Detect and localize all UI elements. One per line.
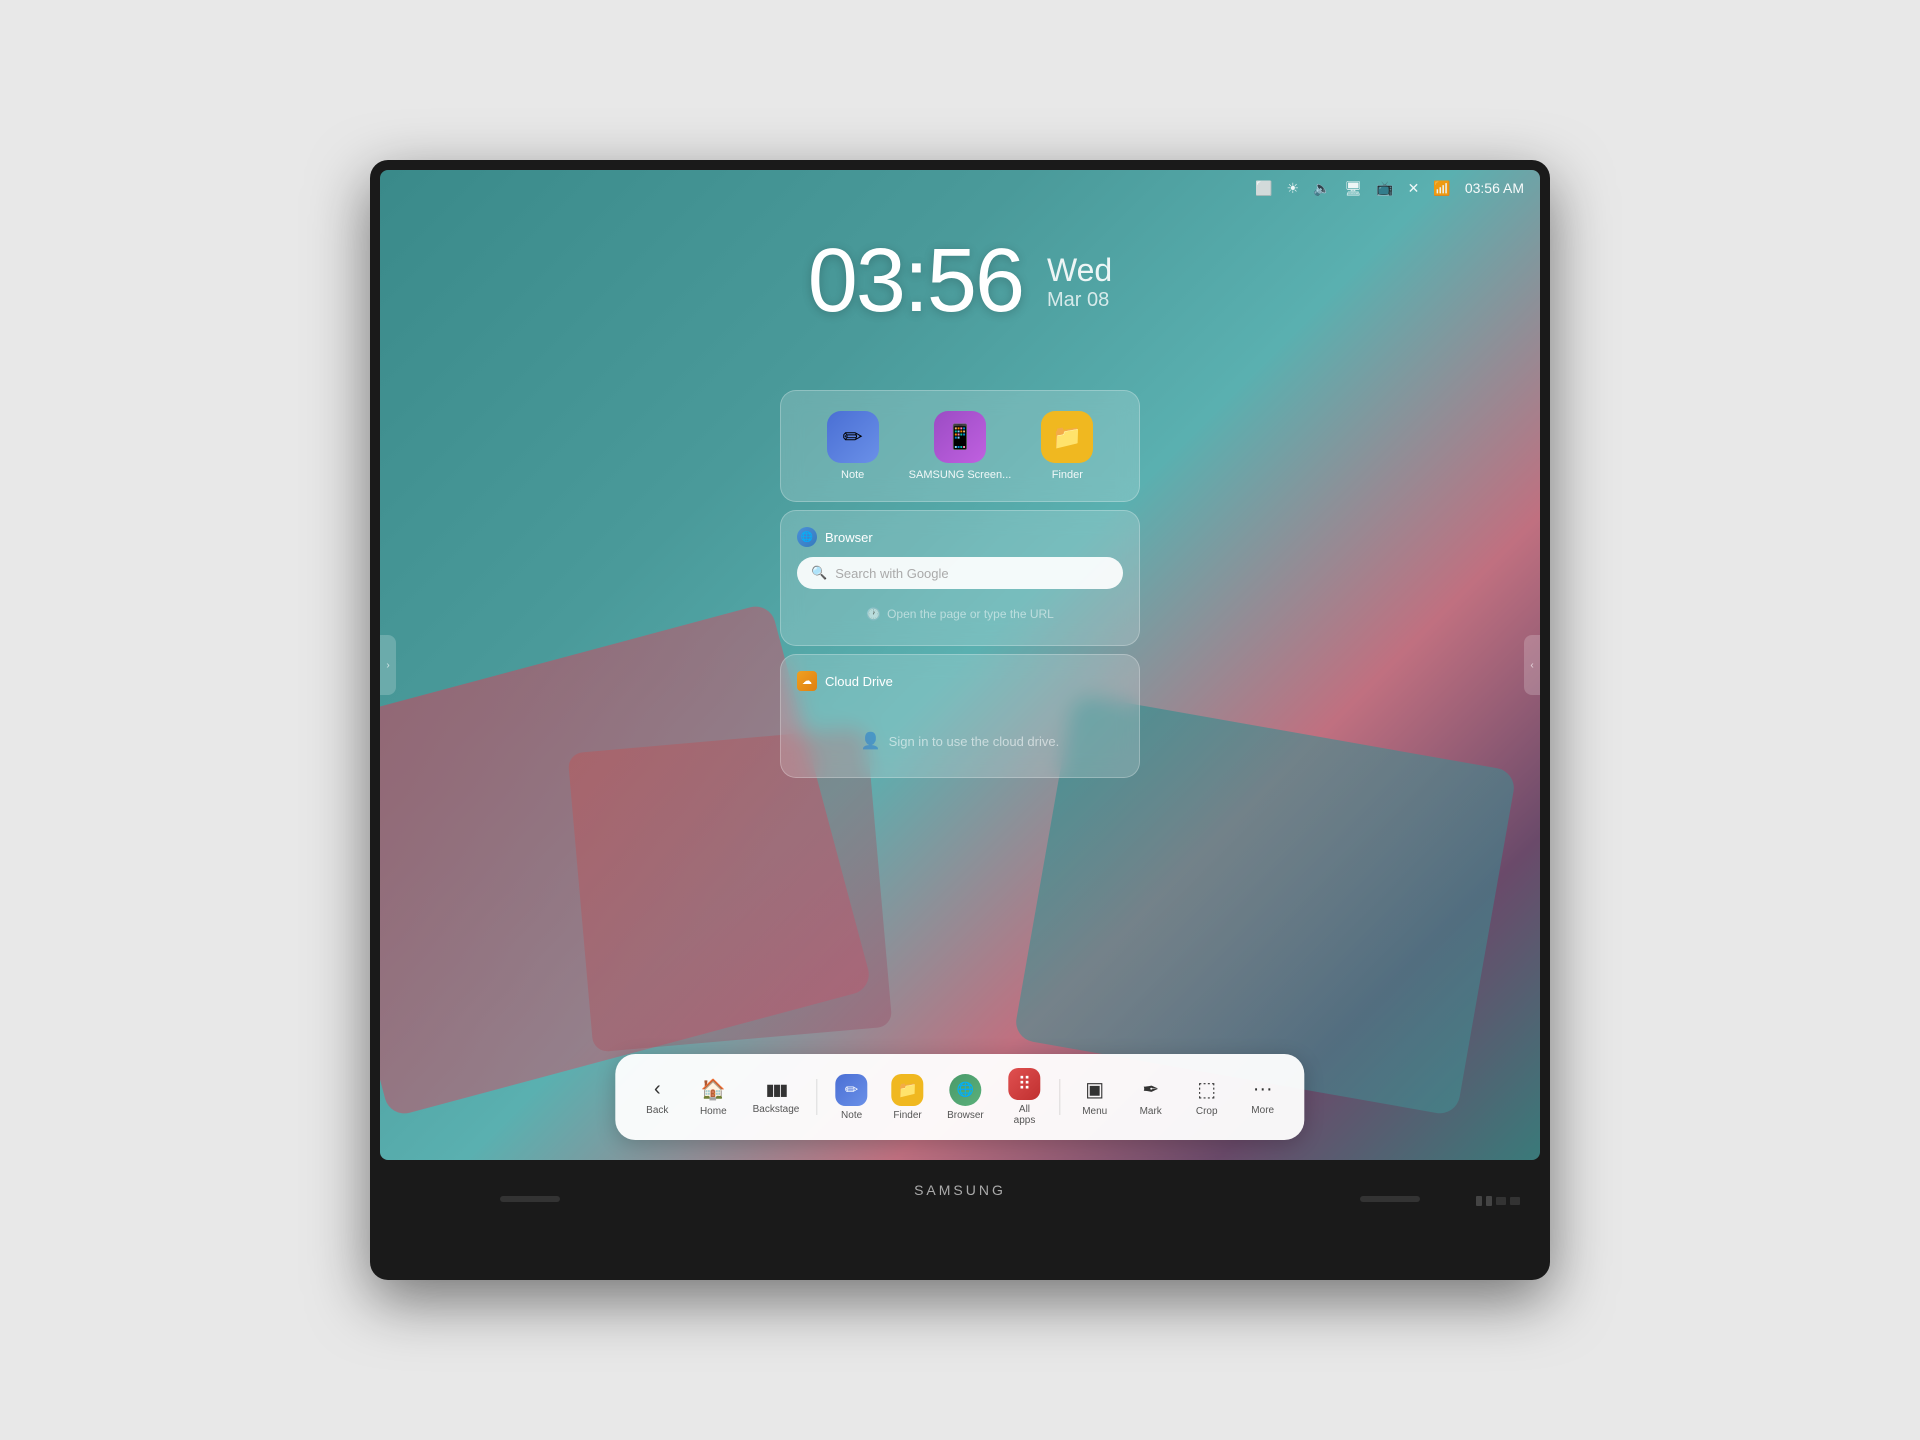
browser-taskbar-label: Browser [947, 1110, 984, 1121]
search-placeholder: Search with Google [835, 566, 948, 581]
finder-taskbar-label: Finder [893, 1110, 921, 1121]
backstage-icon: ▮▮▮ [766, 1080, 786, 1100]
right-arrow-icon: ‹ [1530, 660, 1533, 671]
taskbar-browser[interactable]: 🌐 Browser [938, 1068, 994, 1127]
mark-icon: ✒ [1142, 1077, 1159, 1102]
note-taskbar-label: Note [841, 1110, 862, 1121]
wifi-icon: 📶 [1433, 180, 1450, 197]
browser-small-icon: 🌐 [797, 527, 817, 547]
menu-icon: ▣ [1085, 1077, 1104, 1102]
taskbar-finder[interactable]: 📁 Finder [882, 1068, 934, 1127]
screen: ⬜ ☀ 🔈 🖥 📺 ✕ 📶 03:56 AM 03:56 Wed Mar 08 [380, 170, 1540, 1160]
finder-icon: 📁 [1041, 411, 1093, 463]
network-off-icon: ✕ [1408, 180, 1420, 197]
taskbar-home[interactable]: 🏠 Home [687, 1071, 739, 1123]
app-item-note[interactable]: ✏ Note [827, 411, 879, 481]
left-arrow-icon: › [386, 660, 389, 671]
volume-icon: 🔈 [1313, 180, 1330, 197]
usb-port-2 [1510, 1197, 1520, 1205]
monitor-brand: SAMSUNG [914, 1182, 1006, 1198]
signin-person-icon: 👤 [861, 731, 881, 751]
browser-recent: 🕐 Open the page or type the URL [797, 599, 1123, 629]
cloud-card-title: Cloud Drive [825, 674, 893, 689]
back-label: Back [646, 1105, 668, 1116]
backstage-label: Backstage [753, 1104, 800, 1115]
speaker-left [500, 1196, 560, 1202]
menu-label: Menu [1082, 1106, 1107, 1117]
side-handle-right[interactable]: ‹ [1524, 635, 1540, 695]
taskbar-back[interactable]: ‹ Back [631, 1072, 683, 1122]
taskbar-allapps[interactable]: ⠿ All apps [997, 1062, 1052, 1132]
usb-port-1 [1496, 1197, 1506, 1205]
taskbar-divider-1 [817, 1079, 818, 1115]
cloud-small-icon: ☁ [797, 671, 817, 691]
mark-label: Mark [1140, 1106, 1162, 1117]
browser-recent-text: Open the page or type the URL [887, 607, 1054, 621]
allapps-taskbar-label: All apps [1007, 1104, 1042, 1126]
port-2 [1486, 1196, 1492, 1206]
monitor-bottom: SAMSUNG [380, 1160, 1540, 1220]
clock-area: 03:56 Wed Mar 08 [808, 230, 1112, 333]
taskbar-menu[interactable]: ▣ Menu [1069, 1071, 1121, 1123]
monitor-ports [1476, 1196, 1520, 1206]
app-item-finder[interactable]: 📁 Finder [1041, 411, 1093, 481]
side-handle-left[interactable]: › [380, 635, 396, 695]
clock-day: Wed [1047, 252, 1112, 289]
crop-icon: ⬚ [1197, 1077, 1216, 1102]
taskbar-mark[interactable]: ✒ Mark [1125, 1071, 1177, 1123]
note-label: Note [841, 469, 864, 481]
screen-share-icon: 📺 [1376, 180, 1393, 197]
status-time: 03:56 AM [1465, 180, 1524, 196]
cast-icon: 🖥 [1344, 180, 1362, 197]
finder-label: Finder [1052, 469, 1083, 481]
browser-card: 🌐 Browser 🔍 Search with Google 🕐 Open th… [780, 510, 1140, 646]
back-icon: ‹ [654, 1078, 661, 1101]
finder-taskbar-icon: 📁 [892, 1074, 924, 1106]
cards-container: ✏ Note 📱 SAMSUNG Screen... 📁 Finder [780, 390, 1140, 778]
display-icon: ⬜ [1255, 180, 1272, 197]
browser-taskbar-icon: 🌐 [949, 1074, 981, 1106]
home-icon: 🏠 [701, 1077, 726, 1102]
clock-date: Wed Mar 08 [1047, 252, 1112, 312]
note-icon: ✏ [827, 411, 879, 463]
clock-month: Mar 08 [1047, 289, 1112, 312]
crop-label: Crop [1196, 1106, 1218, 1117]
monitor-shell: ⬜ ☀ 🔈 🖥 📺 ✕ 📶 03:56 AM 03:56 Wed Mar 08 [370, 160, 1550, 1280]
recent-icon: 🕐 [866, 607, 881, 621]
taskbar-divider-2 [1060, 1079, 1061, 1115]
taskbar-crop[interactable]: ⬚ Crop [1181, 1071, 1233, 1123]
brightness-icon: ☀ [1286, 180, 1299, 197]
more-icon: ··· [1253, 1078, 1273, 1101]
taskbar-more[interactable]: ··· More [1237, 1072, 1289, 1122]
apps-card: ✏ Note 📱 SAMSUNG Screen... 📁 Finder [780, 390, 1140, 502]
taskbar-backstage[interactable]: ▮▮▮ Backstage [743, 1074, 808, 1121]
allapps-taskbar-icon: ⠿ [1008, 1068, 1040, 1100]
taskbar-note[interactable]: ✏ Note [826, 1068, 878, 1127]
browser-card-header: 🌐 Browser [797, 527, 1123, 547]
status-bar: ⬜ ☀ 🔈 🖥 📺 ✕ 📶 03:56 AM [380, 170, 1540, 206]
search-icon: 🔍 [811, 565, 827, 581]
cloud-drive-card: ☁ Cloud Drive 👤 Sign in to use the cloud… [780, 654, 1140, 778]
port-1 [1476, 1196, 1482, 1206]
more-label: More [1251, 1105, 1274, 1116]
screen-border: ⬜ ☀ 🔈 🖥 📺 ✕ 📶 03:56 AM 03:56 Wed Mar 08 [380, 170, 1540, 1160]
cloud-signin-text: Sign in to use the cloud drive. [889, 734, 1060, 749]
clock-time: 03:56 [808, 230, 1023, 333]
cloud-signin[interactable]: 👤 Sign in to use the cloud drive. [797, 701, 1123, 761]
search-bar[interactable]: 🔍 Search with Google [797, 557, 1123, 589]
screen-label: SAMSUNG Screen... [909, 469, 1012, 481]
home-label: Home [700, 1106, 727, 1117]
app-item-screen[interactable]: 📱 SAMSUNG Screen... [909, 411, 1012, 481]
screen-icon: 📱 [934, 411, 986, 463]
speaker-right [1360, 1196, 1420, 1202]
browser-card-title: Browser [825, 530, 873, 545]
note-taskbar-icon: ✏ [836, 1074, 868, 1106]
cloud-card-header: ☁ Cloud Drive [797, 671, 1123, 691]
taskbar: ‹ Back 🏠 Home ▮▮▮ Backstage ✏ Note [615, 1054, 1304, 1140]
